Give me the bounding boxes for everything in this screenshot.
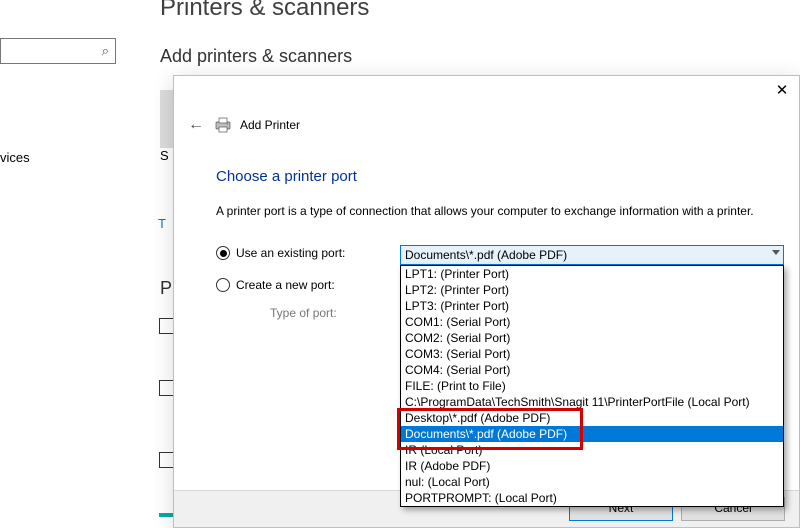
search-icon: ⌕ (102, 43, 109, 59)
port-option[interactable]: LPT2: (Printer Port) (401, 282, 783, 298)
radio-use-existing-port[interactable]: Use an existing port: (216, 246, 345, 260)
port-option[interactable]: nul: (Local Port) (401, 474, 783, 490)
port-dropdown-list[interactable]: LPT1: (Printer Port)LPT2: (Printer Port)… (400, 265, 784, 507)
radio-create-new-port[interactable]: Create a new port: (216, 278, 335, 292)
radio-icon (216, 246, 230, 260)
sidebar-search-input[interactable]: ⌕ (0, 38, 116, 64)
port-combobox[interactable]: Documents\*.pdf (Adobe PDF) (400, 245, 784, 265)
combobox-value: Documents\*.pdf (Adobe PDF) (405, 248, 567, 262)
bg-letter-s: S (160, 148, 169, 163)
port-option[interactable]: C:\ProgramData\TechSmith\Snagit 11\Print… (401, 394, 783, 410)
type-of-port-label: Type of port: (270, 306, 337, 320)
wizard-description: A printer port is a type of connection t… (216, 204, 754, 218)
wizard-heading: Choose a printer port (216, 168, 357, 185)
radio-icon (216, 278, 230, 292)
port-option[interactable]: COM4: (Serial Port) (401, 362, 783, 378)
bg-letter-p: P (160, 278, 172, 299)
sidebar-item-devices-truncated[interactable]: vices (0, 150, 30, 165)
printer-icon (214, 117, 232, 133)
close-button[interactable]: ✕ (773, 82, 791, 100)
bg-letter-t: T (158, 216, 166, 231)
port-option[interactable]: COM2: (Serial Port) (401, 330, 783, 346)
port-option[interactable]: Documents\*.pdf (Adobe PDF) (401, 426, 783, 442)
port-option[interactable]: PORTPROMPT: (Local Port) (401, 490, 783, 506)
wizard-header: ← Add Printer (186, 116, 300, 134)
section-header-add: Add printers & scanners (160, 46, 352, 67)
page-title: Printers & scanners (160, 0, 369, 22)
port-option[interactable]: LPT1: (Printer Port) (401, 266, 783, 282)
port-option[interactable]: LPT3: (Printer Port) (401, 298, 783, 314)
port-option[interactable]: Desktop\*.pdf (Adobe PDF) (401, 410, 783, 426)
wizard-title: Add Printer (240, 118, 300, 132)
add-printer-wizard: ✕ ← Add Printer Choose a printer port A … (173, 75, 800, 528)
port-option[interactable]: IR (Local Port) (401, 442, 783, 458)
port-option[interactable]: FILE: (Print to File) (401, 378, 783, 394)
port-option[interactable]: COM3: (Serial Port) (401, 346, 783, 362)
chevron-down-icon (772, 250, 780, 255)
radio-label: Create a new port: (236, 278, 335, 292)
port-option[interactable]: IR (Adobe PDF) (401, 458, 783, 474)
port-option[interactable]: COM1: (Serial Port) (401, 314, 783, 330)
back-arrow-icon[interactable]: ← (186, 116, 206, 134)
radio-label: Use an existing port: (236, 246, 345, 260)
